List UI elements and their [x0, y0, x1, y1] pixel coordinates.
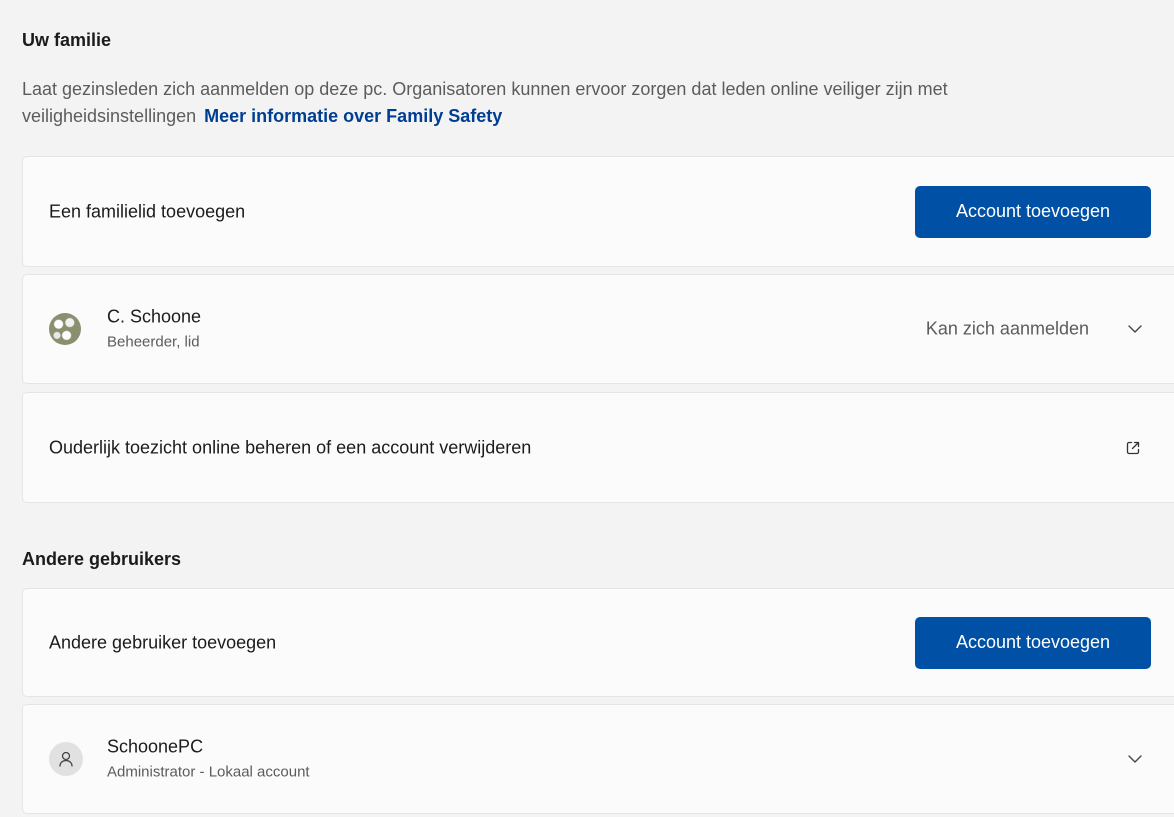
person-icon: [49, 742, 83, 776]
family-member-name: C. Schoone: [107, 306, 202, 327]
family-safety-link[interactable]: Meer informatie over Family Safety: [204, 106, 502, 126]
family-member-row[interactable]: C. Schoone Beheerder, lid Kan zich aanme…: [22, 274, 1174, 384]
family-member-info: C. Schoone Beheerder, lid: [107, 305, 201, 354]
family-member-role: Beheerder, lid: [107, 333, 200, 351]
other-user-role: Administrator - Lokaal account: [107, 763, 310, 781]
manage-parental-controls-label: Ouderlijk toezicht online beheren of een…: [49, 437, 532, 457]
add-other-account-button[interactable]: Account toevoegen: [915, 616, 1151, 669]
add-family-member-card: Een familielid toevoegen Account toevoeg…: [22, 156, 1174, 267]
add-family-account-button[interactable]: Account toevoegen: [915, 185, 1151, 238]
family-section-title: Uw familie: [22, 30, 112, 50]
add-family-member-label: Een familielid toevoegen: [49, 201, 246, 221]
external-link-icon[interactable]: [1125, 440, 1141, 456]
add-other-user-label: Andere gebruiker toevoegen: [49, 632, 277, 652]
photo-avatar: [49, 313, 81, 345]
other-users-section-title: Andere gebruikers: [22, 549, 182, 569]
chevron-down-icon[interactable]: [1127, 751, 1143, 767]
family-member-status: Kan zich aanmelden: [925, 318, 1089, 339]
family-description: Laat gezinsleden zich aanmelden op deze …: [22, 76, 1162, 130]
chevron-down-icon[interactable]: [1127, 321, 1143, 337]
other-user-row[interactable]: SchoonePC Administrator - Lokaal account: [22, 704, 1174, 814]
add-other-user-card: Andere gebruiker toevoegen Account toevo…: [22, 588, 1174, 697]
other-user-info: SchoonePC Administrator - Lokaal account: [107, 735, 310, 784]
other-user-name: SchoonePC: [107, 736, 204, 757]
manage-parental-controls-row[interactable]: Ouderlijk toezicht online beheren of een…: [22, 392, 1174, 503]
